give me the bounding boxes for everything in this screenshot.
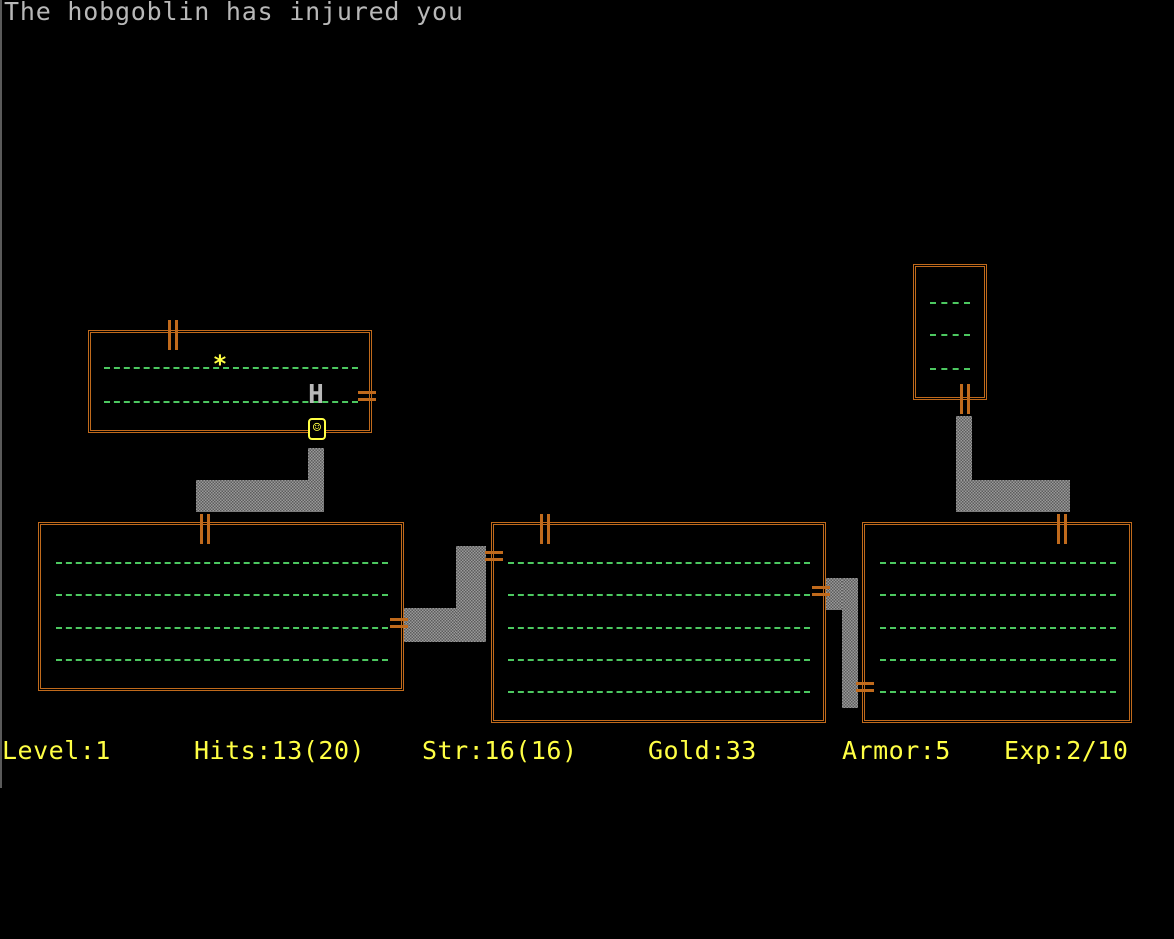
floor-row [56, 627, 388, 629]
floor-row [880, 627, 1116, 629]
corridor [456, 546, 486, 642]
room-bottom-left [38, 522, 404, 691]
hobgoblin-monster: H [308, 380, 324, 410]
floor-row [508, 691, 810, 693]
hits-stat: Hits:13(20) [194, 736, 366, 765]
door [960, 384, 970, 414]
corridor [308, 448, 324, 488]
floor-row [880, 659, 1116, 661]
floor-row [508, 627, 810, 629]
floor-row [508, 594, 810, 596]
door [812, 586, 830, 596]
door [856, 682, 874, 692]
door [358, 391, 376, 401]
floor-row [56, 562, 388, 564]
floor-row [930, 334, 970, 336]
level-stat: Level:1 [2, 736, 111, 765]
door [1057, 514, 1067, 544]
floor-row [930, 368, 970, 370]
door [200, 514, 210, 544]
strength-stat: Str:16(16) [422, 736, 578, 765]
door [390, 618, 408, 628]
door [540, 514, 550, 544]
corridor [956, 480, 1070, 512]
status-bar: Level:1 Hits:13(20) Str:16(16) Gold:33 A… [0, 736, 1174, 770]
message-line: The hobgoblin has injured you [4, 0, 464, 26]
floor-row [508, 562, 810, 564]
armor-stat: Armor:5 [842, 736, 951, 765]
corridor [196, 480, 324, 512]
player-rogue-icon: ☺ [308, 418, 326, 440]
room-top-left [88, 330, 372, 433]
floor-row [508, 659, 810, 661]
room-top-right [913, 264, 987, 400]
gold-stat: Gold:33 [648, 736, 757, 765]
floor-row [56, 594, 388, 596]
floor-row [880, 691, 1116, 693]
gold-pile-icon: * [212, 350, 228, 378]
floor-row [930, 302, 970, 304]
door [168, 320, 178, 350]
experience-stat: Exp:2/10 [1004, 736, 1129, 765]
screen-left-edge [0, 0, 2, 788]
floor-row [56, 659, 388, 661]
floor-row [880, 562, 1116, 564]
door [485, 551, 503, 561]
floor-row [880, 594, 1116, 596]
